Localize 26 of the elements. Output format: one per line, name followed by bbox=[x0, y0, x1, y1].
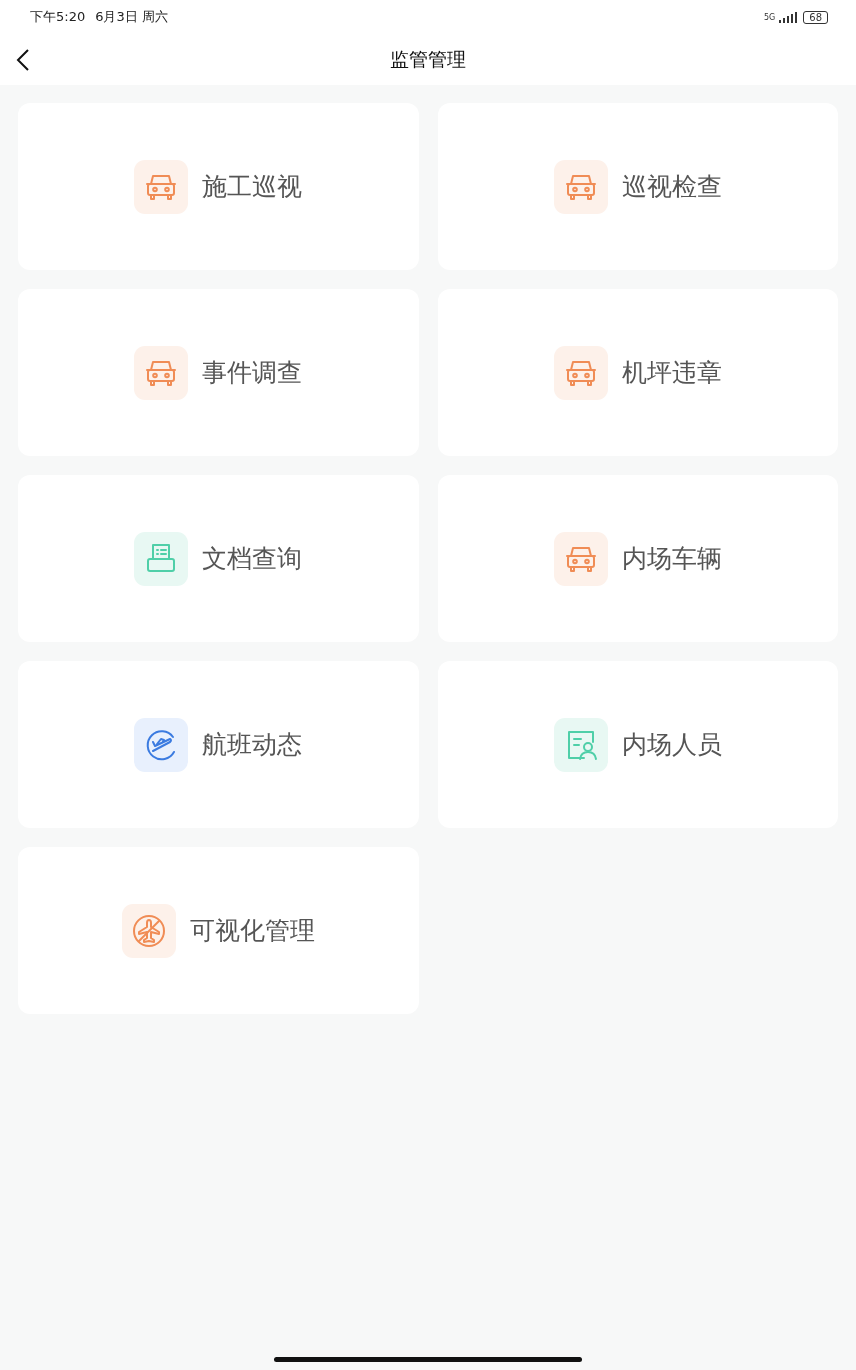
menu-label: 事件调查 bbox=[202, 357, 303, 389]
menu-label: 可视化管理 bbox=[189, 915, 315, 947]
menu-card[interactable]: 内场人员 bbox=[437, 661, 838, 828]
menu-label: 机坪违章 bbox=[621, 357, 722, 389]
menu-card[interactable]: 巡视检查 bbox=[437, 103, 838, 270]
no-plane-icon bbox=[130, 912, 167, 949]
menu-label: 施工巡视 bbox=[202, 171, 303, 203]
menu-label: 内场人员 bbox=[621, 729, 722, 761]
menu-card[interactable]: 施工巡视 bbox=[18, 103, 419, 270]
status-date: 6月3日 周六 bbox=[95, 8, 168, 26]
menu-label: 巡视检查 bbox=[621, 171, 722, 203]
menu-card[interactable]: 文档查询 bbox=[18, 475, 419, 642]
menu-card[interactable]: 航班动态 bbox=[18, 661, 419, 828]
menu-card[interactable]: 内场车辆 bbox=[437, 475, 838, 642]
battery-level: 68 bbox=[803, 10, 828, 24]
signal-icon bbox=[779, 11, 800, 23]
menu-label: 航班动态 bbox=[202, 729, 303, 761]
menu-card[interactable]: 事件调查 bbox=[18, 289, 419, 456]
status-time: 下午5:20 bbox=[30, 8, 86, 26]
menu-label: 内场车辆 bbox=[621, 543, 722, 575]
network-type: 5G bbox=[763, 12, 776, 22]
back-icon bbox=[16, 48, 30, 72]
menu-label: 文档查询 bbox=[202, 543, 303, 575]
page-title: 监管管理 bbox=[390, 46, 466, 72]
menu-card[interactable]: 可视化管理 bbox=[18, 847, 419, 1014]
menu-card[interactable]: 机坪违章 bbox=[437, 289, 838, 456]
